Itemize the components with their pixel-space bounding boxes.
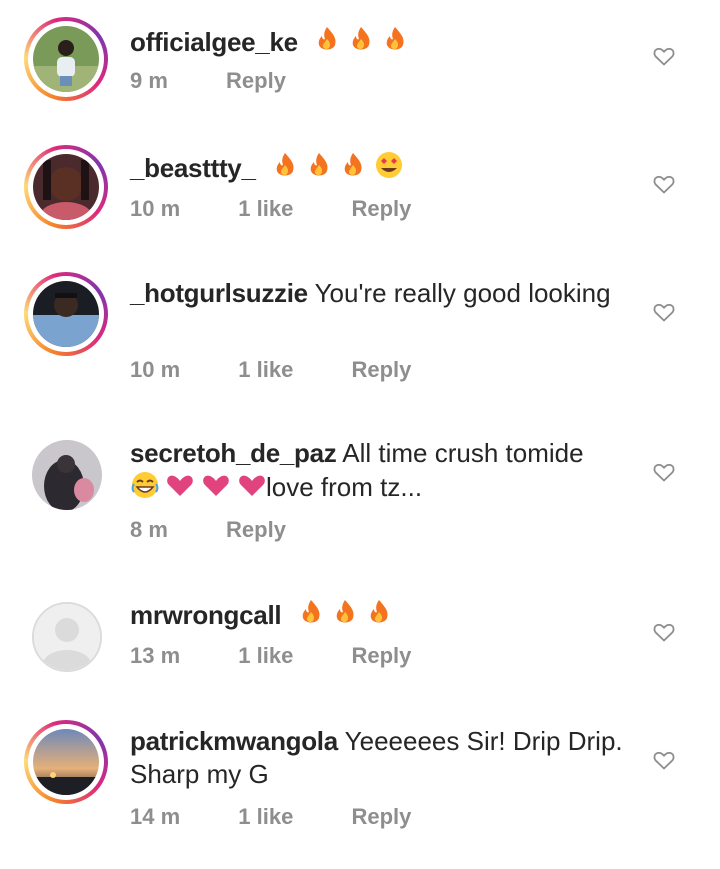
reply-button[interactable]: Reply — [226, 517, 286, 542]
avatar-container[interactable] — [24, 432, 108, 516]
default-avatar-icon — [32, 602, 102, 672]
reply-button[interactable]: Reply — [351, 804, 411, 829]
comment-time: 13 m — [130, 643, 181, 668]
like-count[interactable]: 1 like — [238, 643, 293, 668]
avatar-container[interactable] — [24, 594, 108, 678]
like-count[interactable]: 1 like — [238, 804, 293, 829]
comment-username[interactable]: _hotgurlsuzzie — [130, 278, 308, 308]
comment-time: 10 m — [130, 357, 181, 382]
comment-username[interactable]: _beasttty_ — [130, 153, 256, 183]
story-avatar[interactable] — [24, 145, 108, 229]
avatar — [32, 440, 102, 510]
story-avatar[interactable] — [24, 720, 108, 804]
comment-text: You're really good looking — [314, 278, 611, 308]
heart-outline-icon[interactable] — [652, 44, 676, 68]
reply-button[interactable]: Reply — [351, 643, 411, 668]
avatar — [33, 26, 99, 92]
reply-button[interactable]: Reply — [351, 196, 411, 221]
emoji-group — [130, 470, 266, 508]
heart-outline-icon[interactable] — [652, 748, 676, 772]
comment-time: 14 m — [130, 804, 181, 829]
comment-username[interactable]: officialgee_ke — [130, 27, 298, 57]
heart-outline-icon[interactable] — [652, 620, 676, 644]
like-count[interactable]: 1 like — [238, 357, 293, 382]
fire-emoji-group — [269, 150, 411, 188]
avatar — [33, 154, 99, 220]
fire-emoji-group — [311, 24, 419, 62]
story-avatar[interactable] — [24, 272, 108, 356]
heart-outline-icon[interactable] — [652, 460, 676, 484]
comment-username[interactable]: mrwrongcall — [130, 600, 282, 630]
avatar — [33, 729, 99, 795]
story-avatar[interactable] — [24, 17, 108, 101]
reply-button[interactable]: Reply — [226, 68, 286, 93]
like-count[interactable]: 1 like — [238, 196, 293, 221]
avatar — [33, 281, 99, 347]
comment-username[interactable]: secretoh_de_paz — [130, 438, 337, 468]
comment-text: All time crush tomide — [342, 438, 584, 468]
comment-username[interactable]: patrickmwangola — [130, 726, 338, 756]
comment-text-continued: love from tz... — [266, 472, 423, 502]
heart-outline-icon[interactable] — [652, 300, 676, 324]
fire-emoji-group — [295, 597, 403, 635]
comment-time: 10 m — [130, 196, 181, 221]
comment-time: 8 m — [130, 517, 168, 542]
reply-button[interactable]: Reply — [351, 357, 411, 382]
heart-outline-icon[interactable] — [652, 172, 676, 196]
comment-time: 9 m — [130, 68, 168, 93]
